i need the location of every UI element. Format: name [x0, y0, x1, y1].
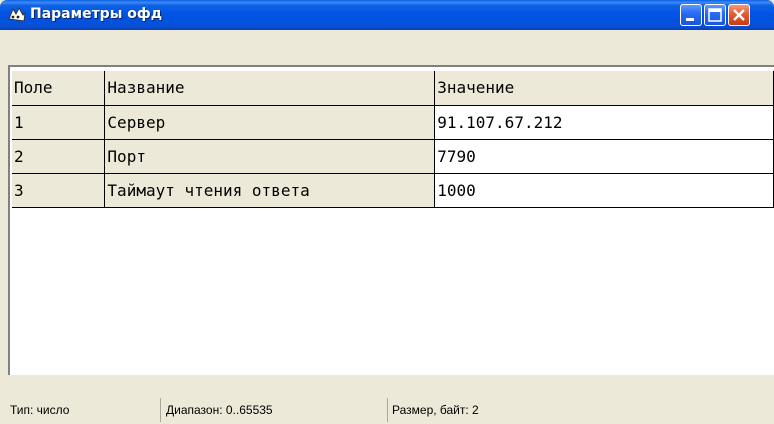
table-row[interactable]: 2 Порт 7790 — [12, 139, 774, 174]
header-field[interactable]: Поле — [12, 71, 106, 106]
table-row[interactable]: 1 Сервер 91.107.67.212 — [12, 105, 774, 140]
maximize-icon — [708, 8, 722, 22]
cell-value[interactable]: 91.107.67.212 — [434, 105, 774, 140]
cell-field: 2 — [12, 139, 106, 174]
header-value[interactable]: Значение — [434, 71, 774, 106]
maximize-button[interactable] — [704, 4, 726, 26]
cell-field: 3 — [12, 173, 106, 208]
status-bar: Тип: число Диапазон: 0..65535 Размер, ба… — [0, 376, 774, 424]
status-type: Тип: число — [10, 403, 70, 417]
app-icon[interactable] — [7, 5, 27, 25]
window-title: Параметры офд — [30, 6, 163, 22]
status-range: Диапазон: 0..65535 — [166, 403, 273, 417]
cell-name: Порт — [104, 139, 436, 174]
parameters-grid[interactable]: Поле Название Значение 1 Сервер 91.107.6… — [12, 71, 774, 208]
cell-name: Сервер — [104, 105, 436, 140]
status-separator — [160, 398, 161, 422]
title-bar[interactable]: Параметры офд — [0, 0, 774, 30]
grid-empty-area[interactable] — [10, 211, 774, 375]
cell-field: 1 — [12, 105, 106, 140]
status-separator — [387, 398, 388, 422]
cell-value[interactable]: 1000 — [434, 173, 774, 208]
header-name[interactable]: Название — [104, 71, 436, 106]
close-button[interactable] — [728, 4, 750, 26]
minimize-button[interactable] — [680, 4, 702, 26]
cell-name: Таймаут чтения ответа — [104, 173, 436, 208]
table-row[interactable]: 3 Таймаут чтения ответа 1000 — [12, 173, 774, 208]
minimize-icon — [686, 18, 694, 21]
cell-value[interactable]: 7790 — [434, 139, 774, 174]
status-size: Размер, байт: 2 — [392, 403, 479, 417]
close-icon — [733, 9, 745, 21]
grid-header-row: Поле Название Значение — [12, 71, 774, 106]
